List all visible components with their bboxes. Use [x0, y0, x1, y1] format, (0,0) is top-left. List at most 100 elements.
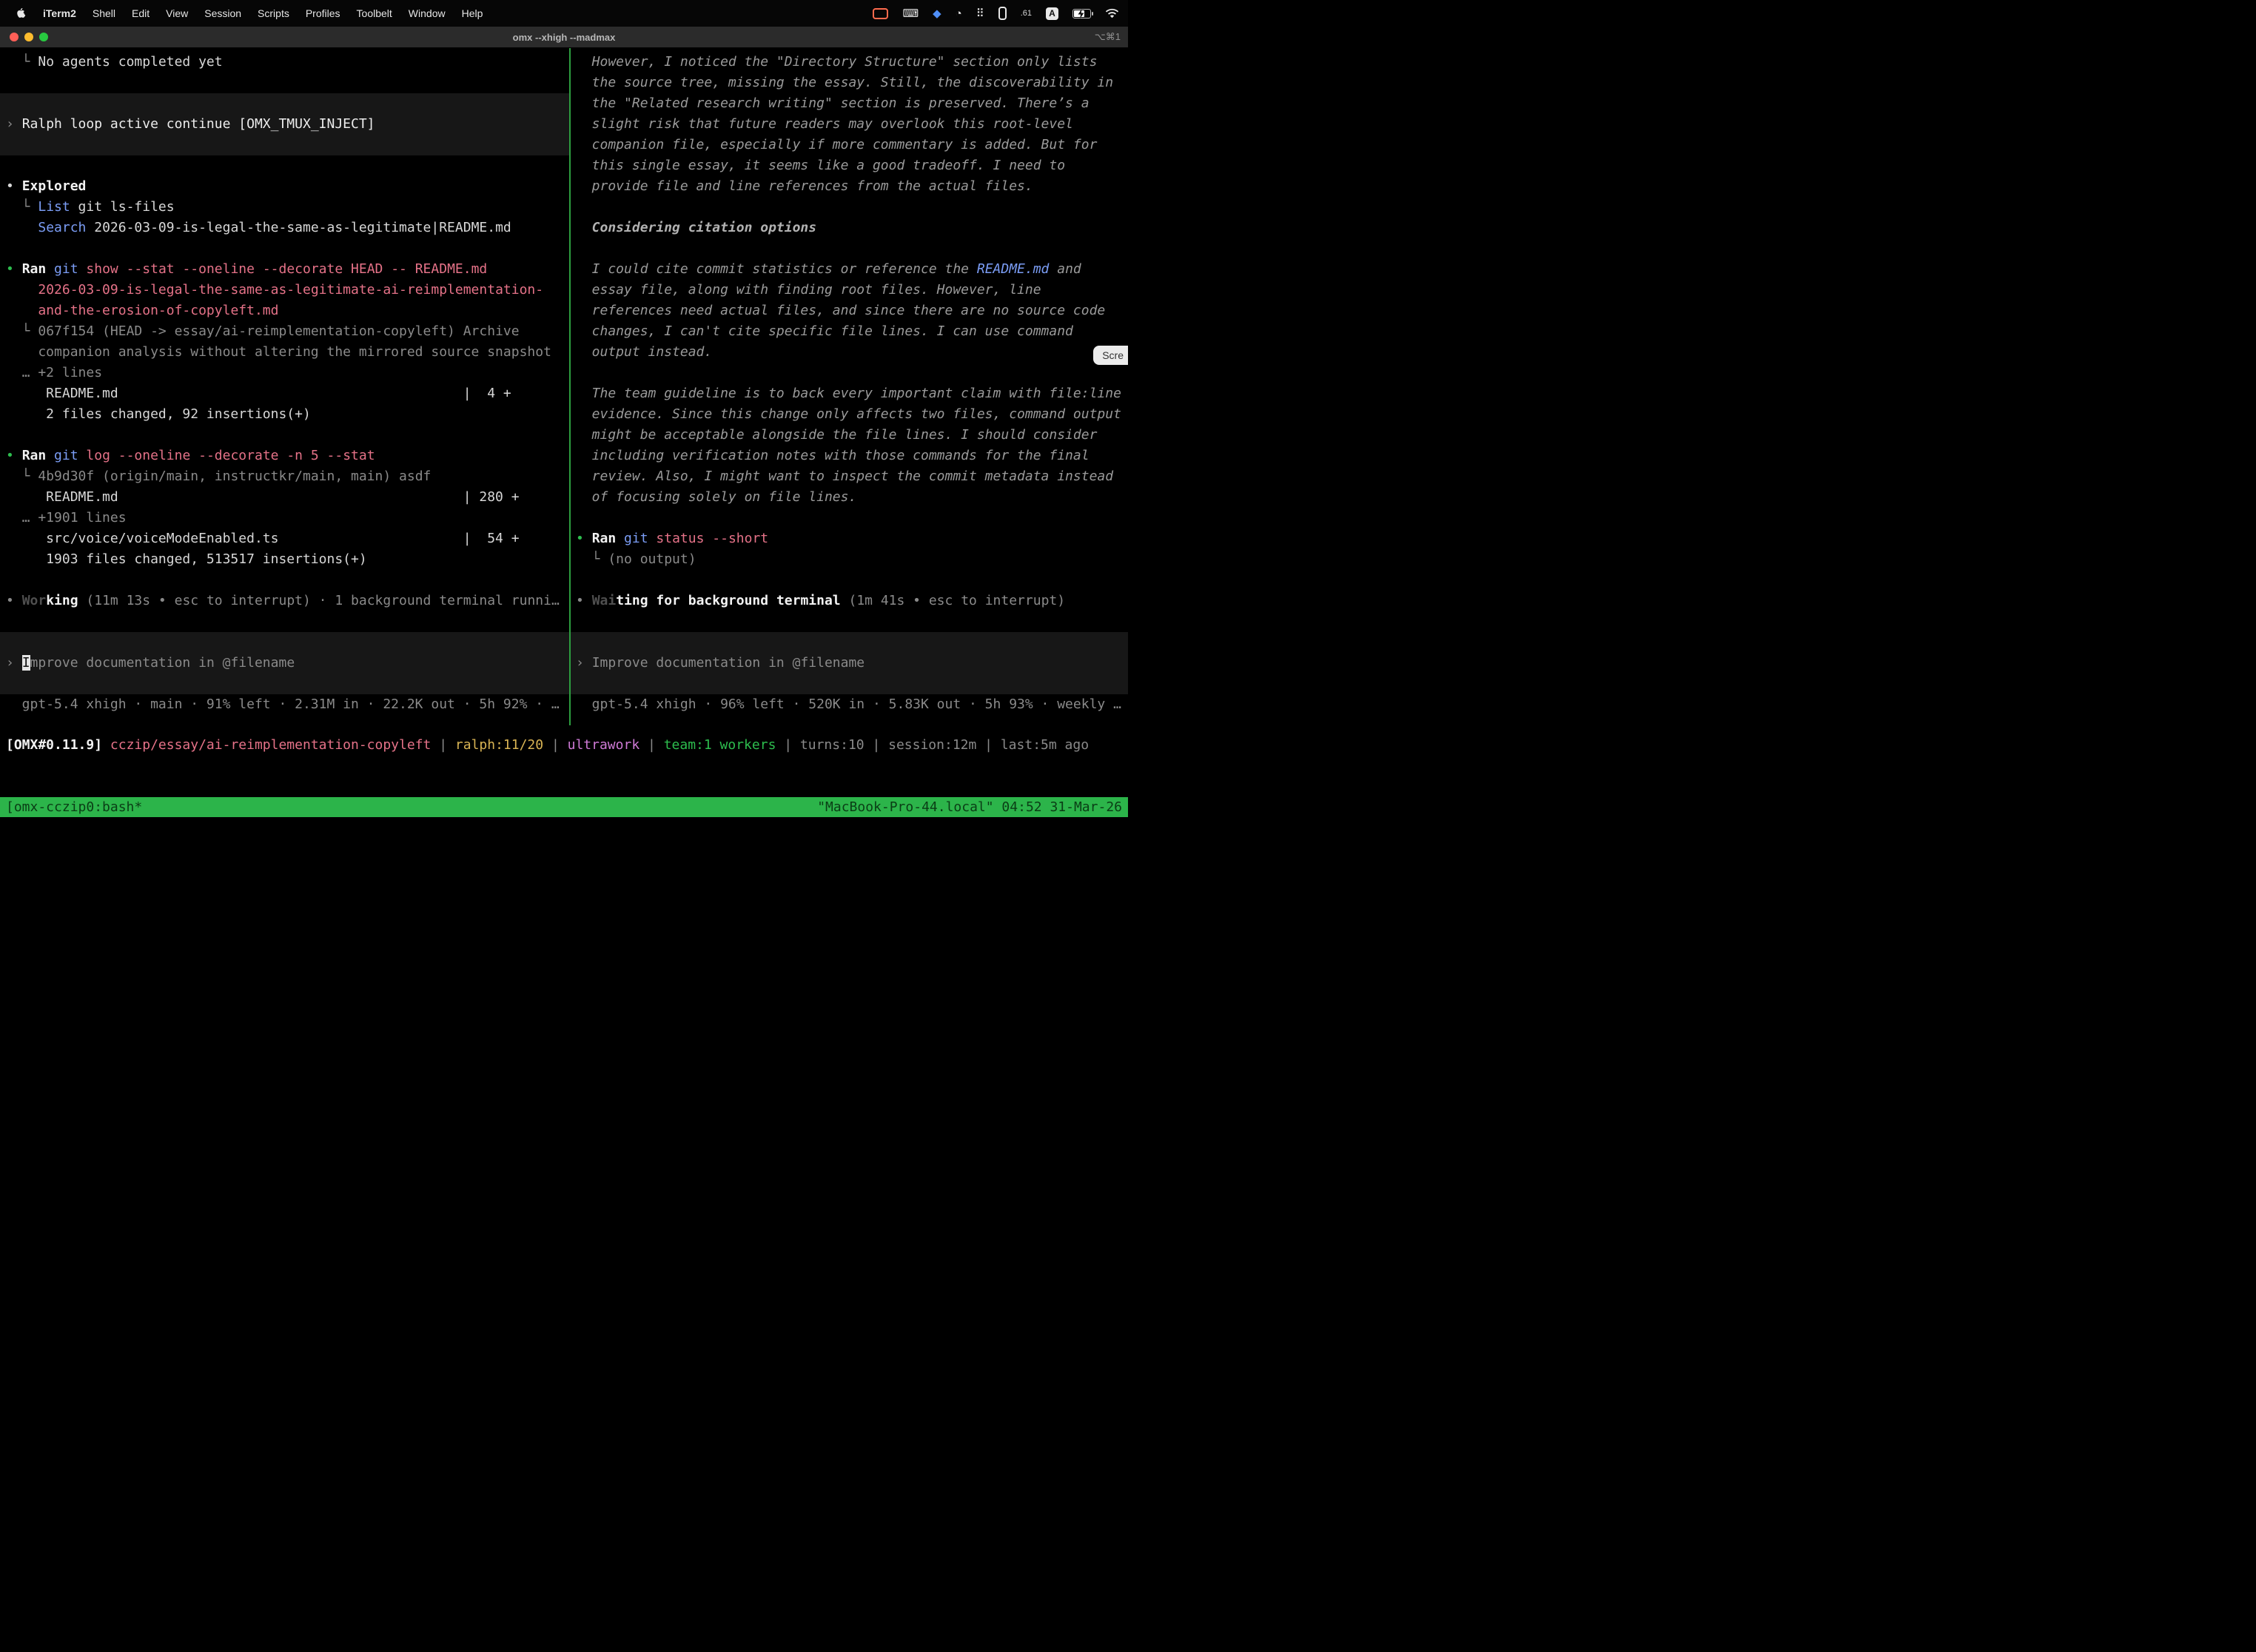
text-segment: 1903 files changed, 513517 insertions(+) — [6, 551, 367, 567]
text-segment: · 1 background terminal runni… — [311, 593, 560, 608]
screen-share-tooltip[interactable]: Scre — [1093, 346, 1128, 365]
menu-item-window[interactable]: Window — [400, 7, 454, 19]
clock-app-icon[interactable]: ◔ — [956, 8, 962, 19]
window-title-bar[interactable]: omx --xhigh --madmax ⌥⌘1 — [0, 27, 1128, 48]
model-status-right: gpt-5.4 xhigh · 96% left · 520K in · 5.8… — [576, 694, 1128, 715]
prompt-input-right[interactable]: › Improve documentation in @filename — [571, 632, 1128, 694]
menu-item-help[interactable]: Help — [454, 7, 491, 19]
terminal-line: of focusing solely on file lines. — [576, 487, 1128, 508]
text-segment: git — [624, 531, 656, 546]
menu-item-scripts[interactable]: Scripts — [249, 7, 298, 19]
zoom-button[interactable] — [39, 33, 48, 41]
text-segment: Wai — [592, 593, 617, 608]
menu-item-edit[interactable]: Edit — [124, 7, 158, 19]
text-segment: └ — [6, 323, 38, 339]
menu-item-session[interactable]: Session — [196, 7, 249, 19]
text-segment: and-the-erosion-of-copyleft.md — [38, 303, 278, 318]
terminal-line: might be acceptable alongside the file l… — [576, 425, 1128, 446]
terminal-area: └ No agents completed yet › Ralph loop ac… — [0, 48, 1128, 826]
terminal-line — [576, 363, 1128, 383]
terminal-line — [576, 508, 1128, 528]
menu-item-view[interactable]: View — [158, 7, 196, 19]
terminal-line — [576, 238, 1128, 259]
text-segment: 2026-03-09-is-legal-the-same-as-legitima… — [38, 282, 543, 298]
text-segment: 067f154 (HEAD -> essay/ai-reimplementati… — [38, 323, 519, 339]
tmux-session-label[interactable]: [omx-cczip0:bash* — [6, 797, 142, 817]
traffic-lights — [10, 27, 48, 47]
screen-recording-indicator-icon[interactable] — [873, 8, 888, 19]
terminal-line: the source tree, missing the essay. Stil… — [576, 73, 1128, 93]
apple-menu[interactable] — [9, 7, 35, 20]
text-segment: 2 files changed, 92 insertions(+) — [6, 406, 311, 422]
text-segment: git ls-files — [70, 199, 175, 215]
text-segment: log --oneline --decorate -n 5 --stat — [86, 448, 375, 463]
text-segment: Explored — [22, 178, 87, 194]
terminal-line: However, I noticed the "Directory Struct… — [576, 52, 1128, 73]
apps-grid-icon[interactable]: ⠿ — [976, 8, 984, 19]
text-segment: gpt-5.4 xhigh · 96% left · 520K in · 5.8… — [576, 696, 1121, 712]
terminal-line: 2026-03-09-is-legal-the-same-as-legitima… — [6, 280, 569, 300]
wifi-icon[interactable] — [1105, 8, 1119, 19]
terminal-line: README.md | 280 + — [6, 487, 569, 508]
menu-item-iterm2[interactable]: iTerm2 — [35, 7, 84, 19]
minimize-button[interactable] — [24, 33, 33, 41]
close-button[interactable] — [10, 33, 19, 41]
text-segment: Ralph loop active continue [OMX_TMUX_INJ… — [22, 116, 375, 132]
terminal-line — [6, 155, 569, 176]
terminal-line: essay file, along with finding root file… — [576, 280, 1128, 300]
text-segment: Considering citation options — [576, 220, 816, 235]
text-segment: 2026-03-09-is-legal-the-same-as-legitima… — [86, 220, 511, 235]
text-segment: … +1901 lines — [6, 510, 127, 526]
text-segment: • — [6, 261, 22, 277]
blue-app-icon[interactable]: ◆ — [933, 8, 941, 19]
password-manager-icon[interactable] — [998, 7, 1007, 20]
text-segment: However, I noticed the "Directory Struct… — [576, 54, 1097, 70]
terminal-pane-right[interactable]: However, I noticed the "Directory Struct… — [571, 48, 1128, 763]
text-segment: | turns:10 | session:12m | last:5m ago — [776, 737, 1089, 753]
text-segment: The team guideline is to back every impo… — [576, 386, 1121, 401]
terminal-pane-left[interactable]: └ No agents completed yet › Ralph loop ac… — [0, 48, 569, 763]
text-segment: … +2 lines — [6, 365, 102, 380]
tmux-status-bar: [omx-cczip0:bash* "MacBook-Pro-44.local"… — [0, 797, 1128, 817]
text-segment: ting for background terminal — [616, 593, 840, 608]
text-segment: └ — [6, 54, 38, 70]
text-segment: 4b9d30f (origin/main, instructkr/main, m… — [38, 469, 431, 484]
text-segment — [6, 303, 38, 318]
text-segment: Ran — [22, 448, 54, 463]
battery-icon[interactable] — [1072, 9, 1091, 19]
text-segment: [OMX#0.11.9] — [6, 737, 110, 753]
text-segment: • — [6, 178, 22, 194]
text-segment: Ran — [592, 531, 624, 546]
text-segment: git — [54, 261, 86, 277]
text-segment: (1m 41s • esc to interrupt) — [841, 593, 1065, 608]
menu-item-profiles[interactable]: Profiles — [298, 7, 349, 19]
terminal-line: The team guideline is to back every impo… — [576, 383, 1128, 404]
text-segment: of focusing solely on file lines. — [576, 489, 856, 505]
ralph-loop-banner[interactable]: › Ralph loop active continue [OMX_TMUX_I… — [0, 93, 569, 155]
text-segment: • — [6, 448, 22, 463]
terminal-line: references need actual files, and since … — [576, 300, 1128, 321]
text-segment: › — [6, 655, 22, 671]
terminal-line: └ No agents completed yet — [6, 52, 569, 73]
text-segment: › — [576, 655, 592, 671]
text-segment — [6, 282, 38, 298]
terminal-line: README.md | 4 + — [6, 383, 569, 404]
text-segment: README.md | 4 + — [6, 386, 511, 401]
battery-gauge-icon[interactable]: .61 — [1021, 9, 1032, 18]
terminal-line: └ 4b9d30f (origin/main, instructkr/main,… — [6, 466, 569, 487]
menu-item-toolbelt[interactable]: Toolbelt — [349, 7, 400, 19]
terminal-line — [6, 73, 569, 93]
text-segment: the source tree, missing the essay. Stil… — [576, 75, 1113, 90]
text-segment: gpt-5.4 xhigh · main · 91% left · 2.31M … — [6, 696, 560, 712]
terminal-line: • Waiting for background terminal (1m 41… — [576, 591, 1128, 611]
text-segment: • — [6, 593, 22, 608]
input-source-icon[interactable]: A — [1046, 7, 1058, 20]
prompt-input-left[interactable]: › Improve documentation in @filename — [0, 632, 569, 694]
keyboard-icon[interactable]: ⌨ — [902, 8, 919, 19]
terminal-line: Search 2026-03-09-is-legal-the-same-as-l… — [6, 218, 569, 238]
text-segment: I could cite commit statistics or refere… — [576, 261, 977, 277]
terminal-line: • Ran git show --stat --oneline --decora… — [6, 259, 569, 280]
text-segment: might be acceptable alongside the file l… — [576, 427, 1097, 443]
menu-item-shell[interactable]: Shell — [84, 7, 124, 19]
text-segment: output instead. — [576, 344, 712, 360]
